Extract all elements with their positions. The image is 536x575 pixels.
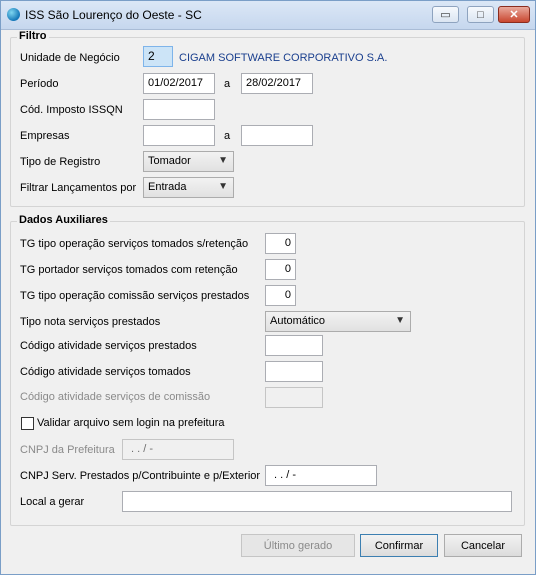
- filtrar-select[interactable]: Entrada ▼: [143, 177, 234, 198]
- unidade-name: CIGAM SOFTWARE CORPORATIVO S.A.: [179, 52, 388, 64]
- chevron-down-icon: ▼: [218, 155, 228, 166]
- dados-group-title: Dados Auxiliares: [17, 214, 110, 226]
- tipo-nota-select[interactable]: Automático ▼: [265, 311, 411, 332]
- maximize-button[interactable]: □: [467, 6, 494, 23]
- tipo-registro-select[interactable]: Tomador ▼: [143, 151, 234, 172]
- app-icon: [7, 8, 20, 21]
- local-label: Local a gerar: [20, 496, 85, 508]
- cod-prestados-label: Código atividade serviços prestados: [20, 340, 197, 352]
- unidade-label: Unidade de Negócio: [20, 52, 120, 64]
- cnpj-prefeitura-label: CNPJ da Prefeitura: [20, 444, 115, 456]
- ultimo-gerado-button[interactable]: Último gerado: [241, 534, 355, 557]
- chevron-down-icon: ▼: [218, 181, 228, 192]
- cancelar-label: Cancelar: [460, 539, 506, 552]
- tg-comissao-field[interactable]: 0: [265, 285, 296, 306]
- tipo-nota-value: Automático: [270, 315, 326, 327]
- periodo-to-field[interactable]: 28/02/2017: [241, 73, 313, 94]
- window-title: ISS São Lourenço do Oeste - SC: [25, 8, 202, 22]
- tg-portador-label: TG portador serviços tomados com retençã…: [20, 264, 238, 276]
- confirmar-button[interactable]: Confirmar: [360, 534, 438, 557]
- ultimo-gerado-label: Último gerado: [263, 539, 333, 552]
- empresas-to-field[interactable]: [241, 125, 313, 146]
- minimize-button[interactable]: ▭: [432, 6, 459, 23]
- cod-imposto-field[interactable]: [143, 99, 215, 120]
- tipo-registro-value: Tomador: [148, 155, 191, 167]
- periodo-label: Período: [20, 78, 59, 90]
- periodo-from-field[interactable]: 01/02/2017: [143, 73, 215, 94]
- cod-prestados-field[interactable]: [265, 335, 323, 356]
- title-bar[interactable]: ISS São Lourenço do Oeste - SC ▭ □ ✕: [1, 1, 535, 30]
- cod-tomados-field[interactable]: [265, 361, 323, 382]
- empresas-separator: a: [224, 130, 231, 142]
- validar-checkbox[interactable]: [21, 417, 34, 430]
- unidade-code-field[interactable]: 2: [143, 46, 173, 67]
- tg-comissao-label: TG tipo operação comissão serviços prest…: [20, 290, 250, 302]
- cod-comissao-field: [265, 387, 323, 408]
- maximize-icon: □: [477, 8, 484, 21]
- filtro-group-title: Filtro: [17, 30, 49, 42]
- validar-label: Validar arquivo sem login na prefeitura: [37, 417, 225, 429]
- cnpj-prefeitura-field: . . / -: [122, 439, 234, 460]
- cancelar-button[interactable]: Cancelar: [444, 534, 522, 557]
- tg-portador-field[interactable]: 0: [265, 259, 296, 280]
- tg-tomados-label: TG tipo operação serviços tomados s/rete…: [20, 238, 249, 250]
- tipo-registro-label: Tipo de Registro: [20, 156, 101, 168]
- periodo-separator: a: [224, 78, 231, 90]
- empresas-from-field[interactable]: [143, 125, 215, 146]
- filtrar-value: Entrada: [148, 181, 187, 193]
- close-button[interactable]: ✕: [498, 6, 530, 23]
- close-icon: ✕: [509, 9, 519, 21]
- cod-tomados-label: Código atividade serviços tomados: [20, 366, 191, 378]
- cnpj-serv-field[interactable]: . . / -: [265, 465, 377, 486]
- filtrar-label: Filtrar Lançamentos por: [20, 182, 137, 194]
- cnpj-serv-label: CNPJ Serv. Prestados p/Contribuinte e p/…: [20, 470, 261, 482]
- tipo-nota-label: Tipo nota serviços prestados: [20, 316, 161, 328]
- minimize-icon: ▭: [440, 9, 451, 21]
- dialog-window: ISS São Lourenço do Oeste - SC ▭ □ ✕ Fil…: [0, 0, 536, 575]
- cod-imposto-label: Cód. Imposto ISSQN: [20, 104, 123, 116]
- tg-tomados-field[interactable]: 0: [265, 233, 296, 254]
- local-field[interactable]: [122, 491, 512, 512]
- cod-comissao-label: Código atividade serviços de comissão: [20, 391, 211, 403]
- chevron-down-icon: ▼: [395, 315, 405, 326]
- confirmar-label: Confirmar: [374, 539, 424, 552]
- empresas-label: Empresas: [20, 130, 70, 142]
